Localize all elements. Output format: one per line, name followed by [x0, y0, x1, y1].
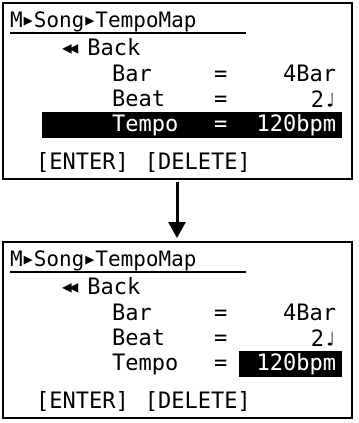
- tempo-value-editing[interactable]: 120bpm: [257, 352, 336, 376]
- param-row-bar[interactable]: Bar = 4Bar: [112, 63, 336, 87]
- param-label: Beat: [112, 326, 165, 351]
- breadcrumb-separator-icon: ▶: [23, 11, 33, 29]
- equals-sign: =: [214, 62, 228, 87]
- equals-sign: =: [214, 301, 228, 326]
- breadcrumb-tempomap: TempoMap: [95, 247, 197, 271]
- param-value: 2♩: [310, 327, 336, 352]
- breadcrumb: M▶Song▶TempoMap: [10, 8, 196, 34]
- back-menu-item[interactable]: ◀◀ Back: [62, 37, 140, 62]
- param-label: Beat: [112, 87, 165, 112]
- enter-button[interactable]: [ENTER]: [36, 151, 129, 175]
- breadcrumb-separator-icon: ▶: [85, 250, 95, 268]
- breadcrumb-song[interactable]: Song: [34, 8, 85, 32]
- breadcrumb-song[interactable]: Song: [34, 247, 85, 271]
- back-arrows-icon: ◀◀: [62, 38, 78, 57]
- back-label: Back: [87, 275, 141, 300]
- param-row-beat[interactable]: Beat = 2♩: [112, 87, 336, 113]
- back-label: Back: [87, 36, 141, 61]
- breadcrumb-root[interactable]: M: [10, 247, 23, 271]
- softkey-bar: [ENTER] [DELETE]: [36, 390, 251, 414]
- param-label: Tempo: [112, 112, 179, 137]
- equals-sign: =: [214, 87, 228, 112]
- delete-button[interactable]: [DELETE]: [145, 390, 251, 414]
- breadcrumb-separator-icon: ▶: [23, 250, 33, 268]
- equals-sign: =: [214, 351, 228, 376]
- breadcrumb-root[interactable]: M: [10, 8, 23, 32]
- lcd-screen-before: M▶Song▶TempoMap ◀◀ Back Bar = 4Bar Beat =…: [2, 2, 353, 180]
- header-underline: [10, 32, 246, 34]
- quarter-note-icon: ♩: [323, 88, 336, 112]
- back-menu-item[interactable]: ◀◀ Back: [62, 276, 140, 301]
- param-row-tempo[interactable]: Tempo = 120bpm: [112, 113, 336, 137]
- softkey-bar: [ENTER] [DELETE]: [36, 151, 251, 175]
- breadcrumb-separator-icon: ▶: [85, 11, 95, 29]
- param-label: Tempo: [112, 351, 179, 376]
- equals-sign: =: [214, 112, 228, 137]
- param-value: 2♩: [310, 88, 336, 113]
- down-arrow-head-icon: [168, 222, 186, 238]
- down-arrow-icon: [176, 182, 179, 226]
- delete-button[interactable]: [DELETE]: [145, 151, 251, 175]
- enter-button[interactable]: [ENTER]: [36, 390, 129, 414]
- param-value: 4Bar: [283, 301, 336, 326]
- lcd-screen-after: M▶Song▶TempoMap ◀◀ Back Bar = 4Bar Beat =…: [2, 241, 353, 419]
- quarter-note-icon: ♩: [323, 327, 336, 351]
- param-label: Bar: [112, 301, 152, 326]
- param-label: Bar: [112, 62, 152, 87]
- breadcrumb-tempomap: TempoMap: [95, 8, 197, 32]
- equals-sign: =: [214, 326, 228, 351]
- param-row-tempo[interactable]: Tempo = 120bpm: [112, 352, 336, 376]
- param-value: 4Bar: [283, 62, 336, 87]
- param-row-beat[interactable]: Beat = 2♩: [112, 326, 336, 352]
- param-row-bar[interactable]: Bar = 4Bar: [112, 302, 336, 326]
- breadcrumb: M▶Song▶TempoMap: [10, 247, 196, 273]
- param-value: 120bpm: [256, 112, 336, 137]
- back-arrows-icon: ◀◀: [62, 277, 78, 296]
- header-underline: [10, 271, 246, 273]
